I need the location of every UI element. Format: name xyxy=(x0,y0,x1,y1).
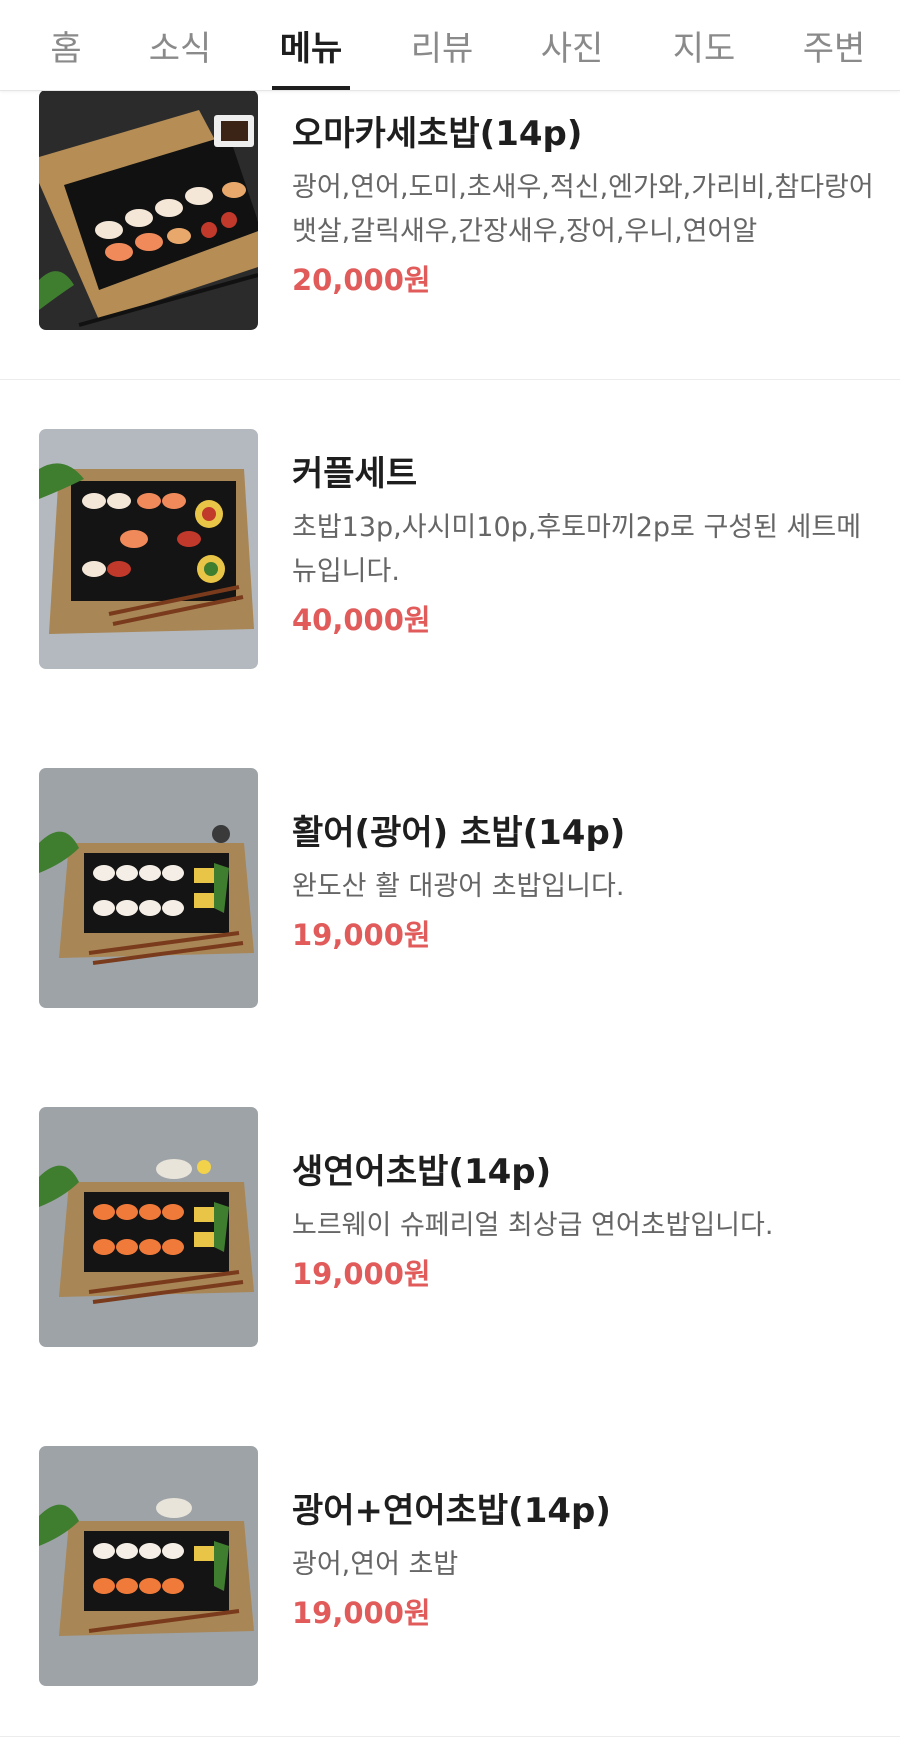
tab-home[interactable]: 홈 xyxy=(32,0,100,90)
menu-item[interactable]: 커플세트 초밥13p,사시미10p,후토마끼2p로 구성된 세트메뉴입니다. 4… xyxy=(0,380,900,720)
menu-item-title: 커플세트 xyxy=(292,454,418,494)
menu-item-info: 오마카세초밥(14p) 광어,연어,도미,초새우,적신,엔가와,가리비,참다랑어… xyxy=(292,112,878,300)
tab-bar: 홈 소식 메뉴 리뷰 사진 지도 주변 xyxy=(0,0,900,91)
couple-set-photo[interactable] xyxy=(39,429,258,669)
menu-item-title: 생연어초밥(14p) xyxy=(292,1152,552,1192)
tab-nearby[interactable]: 주변 xyxy=(798,0,870,90)
menu-item-title: 활어(광어) 초밥(14p) xyxy=(292,813,626,853)
tab-menu[interactable]: 메뉴 xyxy=(272,0,350,90)
tab-news[interactable]: 소식 xyxy=(144,0,216,90)
menu-item-title: 오마카세초밥(14p) xyxy=(292,114,583,154)
salmon-sushi-photo[interactable] xyxy=(39,1107,258,1347)
menu-item[interactable]: 오마카세초밥(14p) 광어,연어,도미,초새우,적신,엔가와,가리비,참다랑어… xyxy=(0,40,900,380)
menu-item-description: 초밥13p,사시미10p,후토마끼2p로 구성된 세트메뉴입니다. xyxy=(292,512,862,587)
menu-item-info: 생연어초밥(14p) 노르웨이 슈페리얼 최상급 연어초밥입니다. 19,000… xyxy=(292,1150,878,1294)
menu-item[interactable]: 활어(광어) 초밥(14p) 완도산 활 대광어 초밥입니다. 19,000원 xyxy=(0,719,900,1059)
menu-item-description: 광어,연어,도미,초새우,적신,엔가와,가리비,참다랑어뱃살,갈릭새우,간장새우… xyxy=(292,172,874,247)
menu-item[interactable]: 광어+연어초밥(14p) 광어,연어 초밥 19,000원 xyxy=(0,1397,900,1737)
menu-item-description: 완도산 활 대광어 초밥입니다. xyxy=(292,871,625,902)
menu-item-price: 19,000원 xyxy=(292,1596,431,1630)
menu-item-info: 커플세트 초밥13p,사시미10p,후토마끼2p로 구성된 세트메뉴입니다. 4… xyxy=(292,452,878,640)
tab-map[interactable]: 지도 xyxy=(668,0,740,90)
flatfish-sushi-photo[interactable] xyxy=(39,768,258,1008)
menu-item-price: 19,000원 xyxy=(292,1257,431,1291)
menu-item-price: 40,000원 xyxy=(292,603,431,637)
menu-item-description: 노르웨이 슈페리얼 최상급 연어초밥입니다. xyxy=(292,1210,774,1241)
menu-item-title: 광어+연어초밥(14p) xyxy=(292,1491,611,1531)
menu-item-price: 19,000원 xyxy=(292,918,431,952)
menu-item-info: 광어+연어초밥(14p) 광어,연어 초밥 19,000원 xyxy=(292,1489,878,1633)
flatfish-salmon-sushi-photo[interactable] xyxy=(39,1446,258,1686)
menu-item[interactable]: 생연어초밥(14p) 노르웨이 슈페리얼 최상급 연어초밥입니다. 19,000… xyxy=(0,1058,900,1398)
menu-item-price: 20,000원 xyxy=(292,263,431,297)
omakase-sushi-photo[interactable] xyxy=(39,90,258,330)
tab-reviews[interactable]: 리뷰 xyxy=(406,0,478,90)
tab-photos[interactable]: 사진 xyxy=(536,0,608,90)
menu-item-description: 광어,연어 초밥 xyxy=(292,1549,459,1580)
menu-item-info: 활어(광어) 초밥(14p) 완도산 활 대광어 초밥입니다. 19,000원 xyxy=(292,811,878,955)
